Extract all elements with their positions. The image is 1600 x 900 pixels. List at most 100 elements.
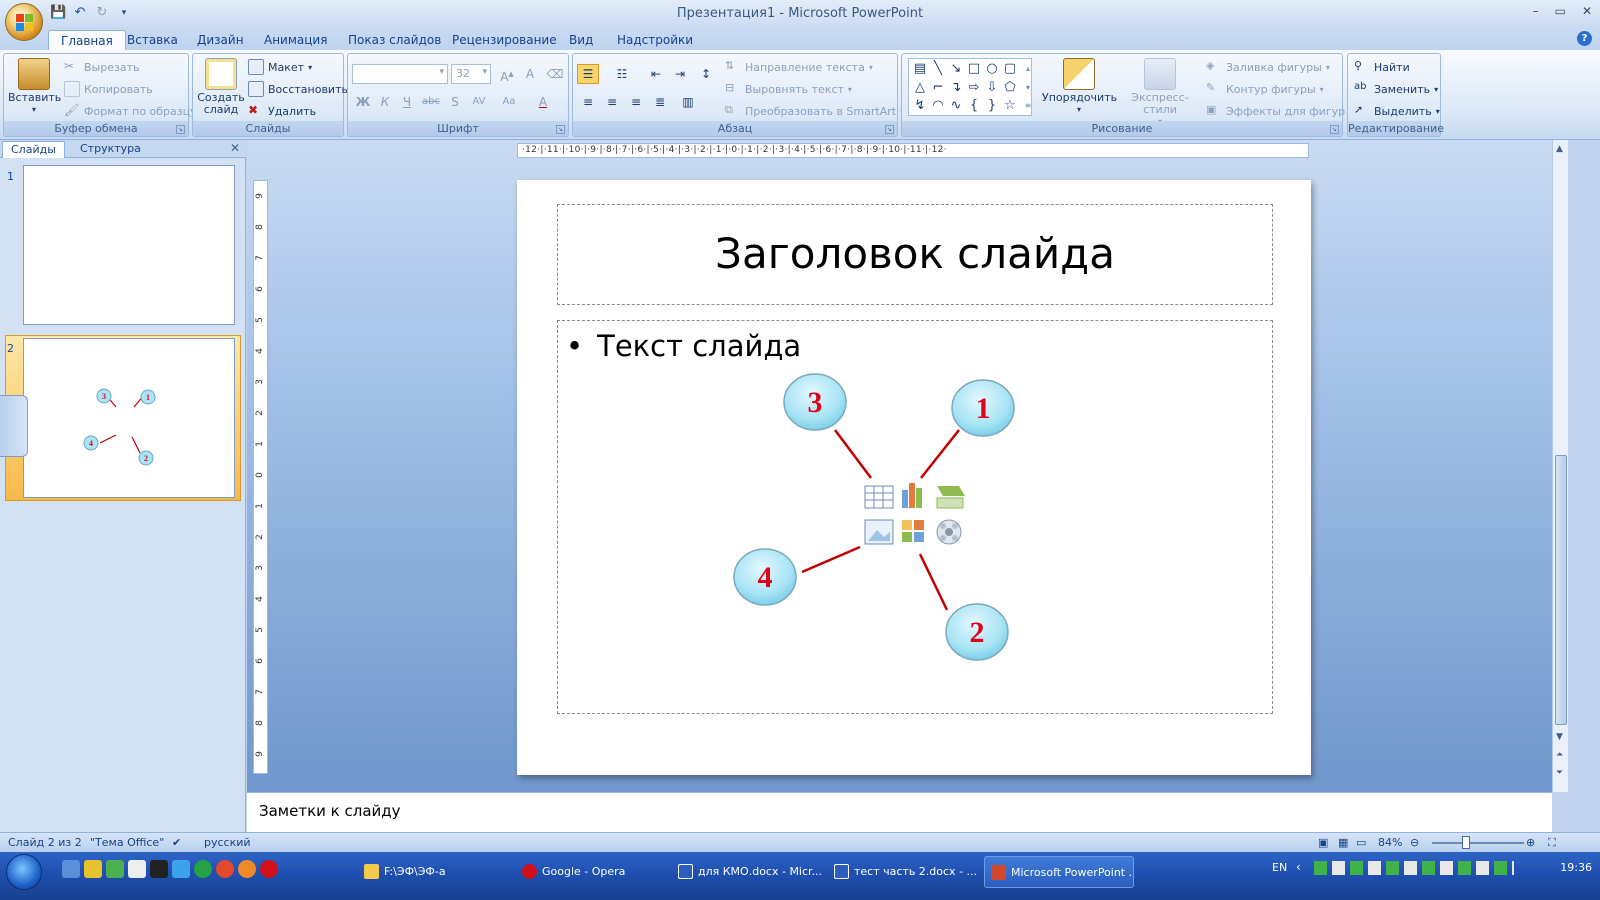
font-family-combo[interactable] bbox=[352, 64, 448, 84]
spacing-icon[interactable]: AV bbox=[468, 92, 490, 112]
triangle-shape-icon[interactable]: △ bbox=[911, 79, 929, 97]
grow-font-icon[interactable]: A▲ bbox=[496, 64, 518, 84]
content-placeholder[interactable]: Текст слайда bbox=[557, 320, 1273, 714]
minimize-icon[interactable]: – bbox=[1533, 4, 1539, 18]
clipboard-launcher-icon[interactable]: ↘ bbox=[176, 125, 185, 134]
vertical-scrollbar[interactable]: ▲ ▼ ⏶ ⏷ bbox=[1552, 140, 1568, 792]
input-language[interactable]: EN bbox=[1272, 861, 1287, 874]
reset-button[interactable]: Восстановить bbox=[248, 81, 348, 97]
shape-fill-button[interactable]: ◈ Заливка фигуры ▾ bbox=[1206, 59, 1330, 75]
text-direction-button[interactable]: ⇅ Направление текста ▾ bbox=[725, 59, 873, 75]
show-desktop-icon[interactable] bbox=[62, 860, 80, 878]
align-right-icon[interactable]: ≡ bbox=[625, 92, 647, 112]
task-explorer[interactable]: F:\ЭФ\ЭФ-а bbox=[358, 856, 508, 888]
tab-design[interactable]: Дизайн bbox=[185, 30, 256, 50]
clock[interactable]: 19:36 bbox=[1560, 861, 1592, 874]
strikethrough-icon[interactable]: abc bbox=[420, 92, 442, 112]
task-powerpoint[interactable]: Microsoft PowerPoint ... bbox=[984, 856, 1134, 888]
numbering-icon[interactable]: ☷ bbox=[611, 64, 633, 84]
scroll-down-icon[interactable]: ▼ bbox=[1556, 732, 1563, 742]
notes-pane[interactable]: Заметки к слайду bbox=[247, 792, 1552, 832]
shrink-font-icon[interactable]: A bbox=[519, 64, 541, 84]
quick-styles-button[interactable]: Экспресс-стили ▾ bbox=[1118, 58, 1202, 128]
window-switch-icon[interactable] bbox=[128, 860, 146, 878]
language-indicator[interactable]: русский bbox=[204, 836, 251, 849]
select-button[interactable]: ➚ Выделить ▾ bbox=[1354, 103, 1440, 119]
whatsapp-icon[interactable] bbox=[194, 860, 212, 878]
down-arrow-shape-icon[interactable]: ⇩ bbox=[983, 79, 1001, 97]
shape-effects-button[interactable]: ▣Эффекты для фигур▾ bbox=[1206, 103, 1353, 119]
start-button[interactable] bbox=[6, 854, 42, 890]
right-arrow-shape-icon[interactable]: ⇨ bbox=[965, 79, 983, 97]
drawing-launcher-icon[interactable]: ↘ bbox=[1330, 125, 1339, 134]
zoom-out-icon[interactable]: ⊖ bbox=[1410, 836, 1419, 849]
title-placeholder[interactable]: Заголовок слайда bbox=[557, 204, 1273, 305]
tab-slideshow[interactable]: Показ слайдов bbox=[336, 30, 453, 50]
line-shape-icon[interactable]: ╲ bbox=[929, 60, 947, 78]
brace-right-shape-icon[interactable]: } bbox=[983, 97, 1001, 115]
scroll-up-icon[interactable]: ▲ bbox=[1556, 144, 1563, 154]
ie-icon[interactable] bbox=[172, 860, 190, 878]
tab-review[interactable]: Рецензирование bbox=[440, 30, 569, 50]
firefox-icon[interactable] bbox=[238, 860, 256, 878]
shapes-gallery[interactable]: ▤ ╲ ↘ □ ○ ▢ △ ⌐ ↴ ⇨ ⇩ ⬠ ↯ ◠ ∿ { } ☆ ▴ ▾ … bbox=[908, 58, 1032, 116]
panel-splitter-handle[interactable] bbox=[0, 395, 28, 457]
bullets-icon[interactable]: ☰ bbox=[577, 64, 599, 84]
calculator-icon[interactable] bbox=[106, 860, 124, 878]
elbow-arrow-shape-icon[interactable]: ↴ bbox=[947, 79, 965, 97]
oval-shape-icon[interactable]: ○ bbox=[983, 60, 1001, 78]
brace-left-shape-icon[interactable]: { bbox=[965, 97, 983, 115]
align-left-icon[interactable]: ≡ bbox=[577, 92, 599, 112]
office-button[interactable] bbox=[5, 3, 43, 41]
paragraph-launcher-icon[interactable]: ↘ bbox=[885, 125, 894, 134]
normal-view-icon[interactable]: ▣ bbox=[1318, 836, 1328, 849]
slide-canvas[interactable]: Заголовок слайда Текст слайда bbox=[517, 180, 1311, 775]
find-button[interactable]: ⚲ Найти bbox=[1354, 59, 1410, 75]
delete-slide-button[interactable]: ✖ Удалить bbox=[248, 103, 316, 119]
gallery-scroll-down-icon[interactable]: ▾ bbox=[1019, 79, 1037, 97]
media-icon[interactable] bbox=[150, 860, 168, 878]
spellcheck-icon[interactable]: ✔ bbox=[172, 836, 181, 849]
chrome-icon[interactable] bbox=[216, 860, 234, 878]
paste-button[interactable]: Вставить ▾ bbox=[8, 58, 61, 116]
tab-addins[interactable]: Надстройки bbox=[605, 30, 705, 50]
zoom-slider[interactable] bbox=[1432, 842, 1524, 844]
flowchart-shape-icon[interactable]: ⬠ bbox=[1001, 79, 1019, 97]
slide-thumbnail-2[interactable]: 3 1 4 2 bbox=[23, 338, 235, 498]
prev-slide-icon[interactable]: ⏶ bbox=[1556, 750, 1563, 760]
font-color-icon[interactable]: A bbox=[532, 92, 554, 112]
rectangle-shape-icon[interactable]: □ bbox=[965, 60, 983, 78]
textbox-shape-icon[interactable]: ▤ bbox=[911, 60, 929, 78]
gallery-scroll-up-icon[interactable]: ▴ bbox=[1019, 60, 1037, 78]
arc-shape-icon[interactable]: ◠ bbox=[929, 97, 947, 115]
align-text-button[interactable]: ⊟ Выровнять текст ▾ bbox=[725, 81, 852, 97]
zoom-level[interactable]: 84% bbox=[1378, 836, 1402, 849]
arrange-button[interactable]: Упорядочить ▾ bbox=[1042, 58, 1117, 116]
zoom-slider-knob[interactable] bbox=[1462, 836, 1470, 849]
next-slide-icon[interactable]: ⏷ bbox=[1556, 768, 1563, 778]
close-icon[interactable]: ✕ bbox=[1582, 4, 1592, 18]
format-painter-button[interactable]: 🖌 Формат по образцу bbox=[64, 103, 197, 119]
fit-window-icon[interactable]: ⛶ bbox=[1548, 836, 1556, 850]
underline-icon[interactable]: Ч bbox=[396, 92, 418, 112]
gallery-more-icon[interactable]: ≡ bbox=[1019, 97, 1037, 115]
scroll-thumb[interactable] bbox=[1555, 455, 1567, 725]
increase-indent-icon[interactable]: ⇥ bbox=[669, 64, 691, 84]
bold-icon[interactable]: Ж bbox=[352, 92, 374, 112]
panel-close-icon[interactable]: ✕ bbox=[230, 141, 240, 155]
font-launcher-icon[interactable]: ↘ bbox=[556, 125, 565, 134]
help-icon[interactable]: ? bbox=[1577, 31, 1592, 46]
slide-thumbnail-1[interactable] bbox=[23, 165, 235, 325]
task-word-1[interactable]: для КМО.docx - Micr... bbox=[672, 856, 822, 888]
layout-button[interactable]: Макет ▾ bbox=[248, 59, 312, 75]
rounded-rect-shape-icon[interactable]: ▢ bbox=[1001, 60, 1019, 78]
change-case-icon[interactable]: Aa bbox=[498, 92, 520, 112]
arrow-line-shape-icon[interactable]: ↘ bbox=[947, 60, 965, 78]
line-spacing-icon[interactable]: ↕ bbox=[695, 64, 717, 84]
tab-insert[interactable]: Вставка bbox=[115, 30, 190, 50]
elbow-connector-shape-icon[interactable]: ⌐ bbox=[929, 79, 947, 97]
align-center-icon[interactable]: ≡ bbox=[601, 92, 623, 112]
copy-button[interactable]: Копировать bbox=[64, 81, 153, 97]
clear-format-icon[interactable]: ⌫ bbox=[544, 64, 566, 84]
freeform-shape-icon[interactable]: ↯ bbox=[911, 97, 929, 115]
